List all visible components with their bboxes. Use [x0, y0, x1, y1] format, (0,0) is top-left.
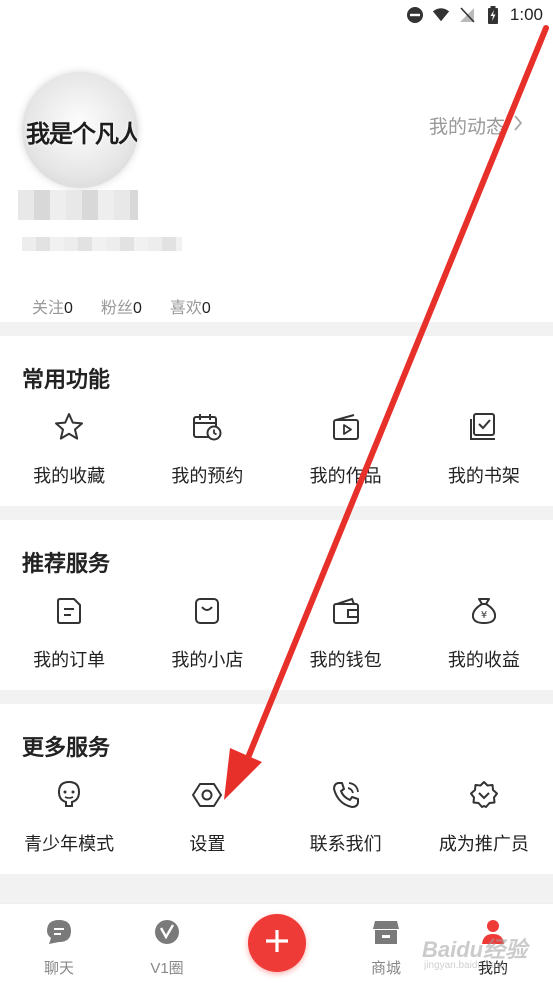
svg-text:¥: ¥: [481, 610, 487, 621]
status-bar: 1:00: [0, 0, 553, 32]
bookshelf-icon: [467, 410, 501, 444]
contact-us-button[interactable]: 联系我们: [277, 778, 415, 856]
function-grid: 我的收藏 我的预约 我的作品 我的书架: [0, 410, 553, 488]
do-not-disturb-icon: [406, 6, 424, 24]
my-dynamics-link[interactable]: 我的动态: [429, 112, 523, 139]
money-bag-icon: ¥: [467, 594, 501, 628]
tab-v1-circle[interactable]: V1圈: [127, 918, 207, 978]
more-services-grid: 青少年模式 设置 联系我们 成为推广员: [0, 778, 553, 856]
tab-chat[interactable]: 聊天: [19, 918, 99, 978]
avatar[interactable]: 我是个凡人: [22, 72, 138, 188]
service-grid: 我的订单 我的小店 我的钱包 ¥ 我的收益: [0, 594, 553, 672]
store-icon: [372, 918, 400, 951]
profile-stats: 关注0 粉丝0 喜欢0: [32, 294, 211, 318]
create-plus-button[interactable]: [248, 914, 306, 972]
chat-icon: [45, 918, 73, 951]
my-bookshelf-button[interactable]: 我的书架: [415, 410, 553, 488]
stat-following[interactable]: 关注0: [32, 294, 73, 318]
section-title: 推荐服务: [22, 551, 111, 576]
status-time: 1:00: [509, 5, 543, 24]
stat-fans[interactable]: 粉丝0: [101, 294, 142, 318]
section-title: 常用功能: [22, 367, 111, 392]
user-id-blurred: [22, 237, 182, 251]
no-signal-icon: [458, 6, 476, 24]
calendar-clock-icon: [190, 410, 224, 444]
my-wallet-button[interactable]: 我的钱包: [277, 594, 415, 672]
v1-circle-icon: [153, 918, 181, 951]
star-icon: [52, 410, 86, 444]
my-dynamics-label: 我的动态: [428, 117, 505, 138]
section-more-services: 更多服务 青少年模式 设置 联系我们 成为推广员: [0, 704, 553, 874]
settings-button[interactable]: 设置: [138, 778, 276, 856]
order-icon: [52, 594, 86, 628]
bottom-tab-bar: 聊天 V1圈 商城 我的 Baidu经验 jingyan.baidu.com: [0, 903, 553, 983]
battery-icon: [484, 6, 502, 24]
promoter-badge-icon: [467, 778, 501, 812]
my-reservations-button[interactable]: 我的预约: [138, 410, 276, 488]
become-promoter-button[interactable]: 成为推广员: [415, 778, 553, 856]
avatar-text: 我是个凡人: [26, 120, 138, 148]
video-folder-icon: [329, 410, 363, 444]
section-title: 更多服务: [22, 735, 111, 760]
shop-bag-icon: [190, 594, 224, 628]
section-recommended-services: 推荐服务 我的订单 我的小店 我的钱包 ¥ 我的收益: [0, 520, 553, 690]
tab-store[interactable]: 商城: [346, 918, 426, 978]
phone-call-icon: [329, 778, 363, 812]
settings-hexagon-icon: [190, 778, 224, 812]
status-icons: 1:00: [406, 5, 543, 25]
my-favorites-button[interactable]: 我的收藏: [0, 410, 138, 488]
baidu-watermark-url: jingyan.baidu.com: [424, 960, 505, 971]
section-common-functions: 常用功能 我的收藏 我的预约 我的作品 我的书架: [0, 336, 553, 506]
wallet-icon: [329, 594, 363, 628]
stat-likes[interactable]: 喜欢0: [170, 294, 211, 318]
my-orders-button[interactable]: 我的订单: [0, 594, 138, 672]
wifi-icon: [432, 6, 450, 24]
plus-icon: [264, 928, 290, 959]
my-earnings-button[interactable]: ¥ 我的收益: [415, 594, 553, 672]
youth-mode-button[interactable]: 青少年模式: [0, 778, 138, 856]
my-shop-button[interactable]: 我的小店: [138, 594, 276, 672]
profile-header: 我是个凡人 我的动态 关注0 粉丝0 喜欢0: [0, 32, 553, 322]
my-works-button[interactable]: 我的作品: [277, 410, 415, 488]
username-blurred: [18, 190, 138, 220]
chevron-right-icon: [513, 114, 523, 137]
youth-mode-icon: [52, 778, 86, 812]
